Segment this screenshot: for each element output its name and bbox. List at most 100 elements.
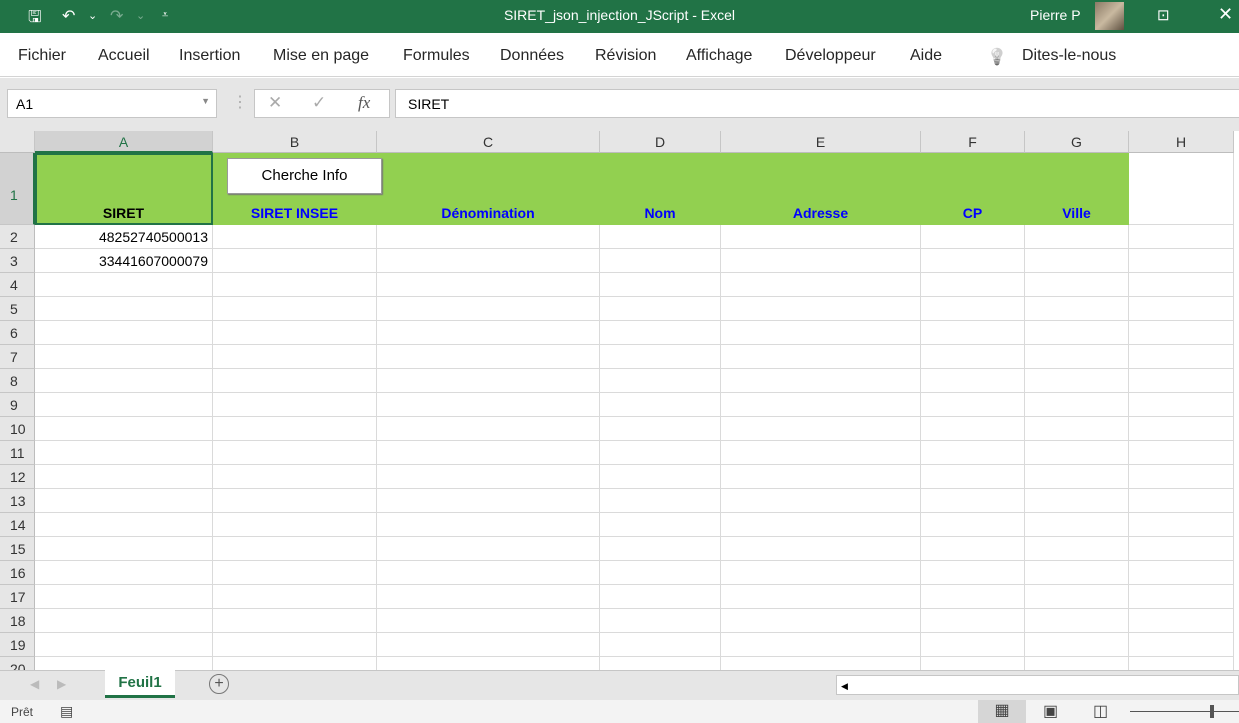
- avatar[interactable]: [1095, 2, 1124, 30]
- cell-h16[interactable]: [1129, 561, 1234, 585]
- cell-e6[interactable]: [721, 321, 921, 345]
- row-header-12[interactable]: 12: [0, 465, 35, 489]
- cell-e13[interactable]: [721, 489, 921, 513]
- cell-c16[interactable]: [377, 561, 600, 585]
- menu-aide[interactable]: Aide: [910, 47, 942, 65]
- formula-input[interactable]: SIRET: [395, 89, 1239, 118]
- cell-c11[interactable]: [377, 441, 600, 465]
- cell-c17[interactable]: [377, 585, 600, 609]
- cell-c18[interactable]: [377, 609, 600, 633]
- header-cell-d[interactable]: Nom: [600, 153, 721, 225]
- cell-f17[interactable]: [921, 585, 1025, 609]
- cell-a20[interactable]: [35, 657, 213, 670]
- cell-g11[interactable]: [1025, 441, 1129, 465]
- cell-g18[interactable]: [1025, 609, 1129, 633]
- cell-e3[interactable]: [721, 249, 921, 273]
- row-header-17[interactable]: 17: [0, 585, 35, 609]
- row-header-16[interactable]: 16: [0, 561, 35, 585]
- cell-d20[interactable]: [600, 657, 721, 670]
- grip-icon[interactable]: ⋮: [232, 92, 248, 112]
- cell-g17[interactable]: [1025, 585, 1129, 609]
- cell-g5[interactable]: [1025, 297, 1129, 321]
- user-name[interactable]: Pierre P: [1030, 7, 1081, 23]
- cell-f9[interactable]: [921, 393, 1025, 417]
- cell-f16[interactable]: [921, 561, 1025, 585]
- column-header-h[interactable]: H: [1129, 131, 1234, 153]
- cell-f18[interactable]: [921, 609, 1025, 633]
- row-header-1[interactable]: 1: [0, 153, 35, 225]
- cell-a18[interactable]: [35, 609, 213, 633]
- cell-c4[interactable]: [377, 273, 600, 297]
- cell-h18[interactable]: [1129, 609, 1234, 633]
- cell-g10[interactable]: [1025, 417, 1129, 441]
- cell-d8[interactable]: [600, 369, 721, 393]
- cell-c15[interactable]: [377, 537, 600, 561]
- header-cell-f[interactable]: CP: [921, 153, 1025, 225]
- menu-insertion[interactable]: Insertion: [179, 47, 240, 65]
- cell-f5[interactable]: [921, 297, 1025, 321]
- cell-e7[interactable]: [721, 345, 921, 369]
- cell-e2[interactable]: [721, 225, 921, 249]
- cell-a19[interactable]: [35, 633, 213, 657]
- cell-h6[interactable]: [1129, 321, 1234, 345]
- cell-e20[interactable]: [721, 657, 921, 670]
- row-header-6[interactable]: 6: [0, 321, 35, 345]
- row-header-19[interactable]: 19: [0, 633, 35, 657]
- header-cell-e[interactable]: Adresse: [721, 153, 921, 225]
- cell-d11[interactable]: [600, 441, 721, 465]
- row-header-20[interactable]: 20: [0, 657, 35, 670]
- cell-c10[interactable]: [377, 417, 600, 441]
- cell-d12[interactable]: [600, 465, 721, 489]
- menu-accueil[interactable]: Accueil: [98, 47, 150, 65]
- row-header-18[interactable]: 18: [0, 609, 35, 633]
- menu-données[interactable]: Données: [500, 47, 564, 65]
- name-box[interactable]: A1 ▼: [7, 89, 217, 118]
- cell-b19[interactable]: [213, 633, 377, 657]
- cell-e12[interactable]: [721, 465, 921, 489]
- cell-g2[interactable]: [1025, 225, 1129, 249]
- cell-c2[interactable]: [377, 225, 600, 249]
- cell-f7[interactable]: [921, 345, 1025, 369]
- cell-d2[interactable]: [600, 225, 721, 249]
- cell-b13[interactable]: [213, 489, 377, 513]
- cell-b2[interactable]: [213, 225, 377, 249]
- cell-h11[interactable]: [1129, 441, 1234, 465]
- close-icon[interactable]: ✕: [1218, 4, 1233, 25]
- zoom-slider-thumb[interactable]: [1210, 705, 1214, 718]
- cell-f15[interactable]: [921, 537, 1025, 561]
- cell-g12[interactable]: [1025, 465, 1129, 489]
- cell-d3[interactable]: [600, 249, 721, 273]
- cell-g19[interactable]: [1025, 633, 1129, 657]
- column-header-a[interactable]: A: [35, 131, 213, 153]
- cell-f6[interactable]: [921, 321, 1025, 345]
- cell-d17[interactable]: [600, 585, 721, 609]
- cell-b11[interactable]: [213, 441, 377, 465]
- cell-a4[interactable]: [35, 273, 213, 297]
- sheet-tab-feuil1[interactable]: Feuil1: [105, 670, 175, 698]
- cell-e15[interactable]: [721, 537, 921, 561]
- scroll-left-icon[interactable]: ◀: [30, 677, 39, 691]
- cell-c5[interactable]: [377, 297, 600, 321]
- cell-b6[interactable]: [213, 321, 377, 345]
- cell-e9[interactable]: [721, 393, 921, 417]
- cell-c14[interactable]: [377, 513, 600, 537]
- cell-h14[interactable]: [1129, 513, 1234, 537]
- scroll-left-arrow-icon[interactable]: ◀: [837, 681, 848, 691]
- accessibility-icon[interactable]: ▤: [60, 703, 73, 720]
- cell-c12[interactable]: [377, 465, 600, 489]
- cell-h10[interactable]: [1129, 417, 1234, 441]
- cell-d9[interactable]: [600, 393, 721, 417]
- row-header-9[interactable]: 9: [0, 393, 35, 417]
- row-header-11[interactable]: 11: [0, 441, 35, 465]
- cell-f3[interactable]: [921, 249, 1025, 273]
- cell-b12[interactable]: [213, 465, 377, 489]
- row-header-15[interactable]: 15: [0, 537, 35, 561]
- cell-c9[interactable]: [377, 393, 600, 417]
- row-header-4[interactable]: 4: [0, 273, 35, 297]
- cell-a5[interactable]: [35, 297, 213, 321]
- row-header-5[interactable]: 5: [0, 297, 35, 321]
- menu-fichier[interactable]: Fichier: [18, 47, 66, 65]
- select-all-corner[interactable]: [0, 131, 35, 153]
- header-cell-a[interactable]: SIRET: [35, 153, 213, 225]
- cell-h7[interactable]: [1129, 345, 1234, 369]
